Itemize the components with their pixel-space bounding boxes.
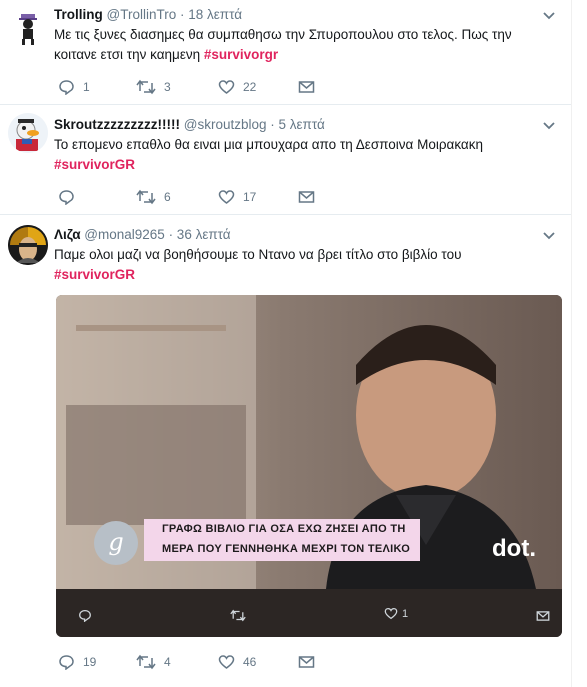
reply-count: 19	[83, 655, 97, 669]
g-channel-logo: g	[94, 521, 138, 565]
user-handle[interactable]: @skroutzblog	[184, 117, 267, 132]
retweet-count: 4	[164, 655, 171, 669]
media-like-count: 1	[402, 607, 409, 620]
retweet-count: 3	[164, 80, 171, 94]
retweet-count: 6	[164, 190, 171, 204]
retweet-button[interactable]: 4	[136, 652, 171, 672]
hashtag-link[interactable]: #survivorgr	[204, 47, 278, 62]
retweet-icon[interactable]	[230, 609, 246, 622]
portrait-avatar-icon	[8, 225, 48, 265]
direct-message-button[interactable]	[298, 187, 315, 207]
display-name[interactable]: Trolling	[54, 7, 103, 22]
reply-icon	[59, 190, 74, 205]
caption-line-2: ΜΕΡΑ ΠΟΥ ΓΕΝΝΗΘΗΚΑ ΜΕΧΡΙ ΤΟΝ ΤΕΛΙΚΟ	[162, 543, 411, 555]
tweet-body: Παμε ολοι μαζι να βοηθήσουμε το Ντανο να…	[54, 247, 462, 262]
chevron-down-icon[interactable]	[542, 231, 556, 241]
like-icon	[218, 655, 235, 669]
avatar[interactable]	[8, 8, 48, 48]
timestamp[interactable]: · 18 λεπτά	[180, 7, 242, 22]
avatar[interactable]	[8, 225, 48, 265]
reply-count: 1	[83, 80, 90, 94]
tweet-header: Trolling @TrollinTro · 18 λεπτά	[54, 7, 242, 22]
message-icon	[298, 191, 315, 203]
user-handle[interactable]: @TrollinTro	[107, 7, 177, 22]
embedded-video[interactable]: g ΓΡΑΦΩ ΒΙΒΛΙΟ ΓΙΑ ΟΣΑ ΕΧΩ ΖΗΣΕΙ ΑΠΟ ΤΗ …	[56, 295, 562, 637]
like-icon	[218, 80, 235, 94]
like-count: 17	[243, 190, 257, 204]
tweet-header: Skroutzzzzzzzzz!!!!! @skroutzblog · 5 λε…	[54, 117, 325, 132]
tweet-header: Λιζα @monal9265 · 36 λεπτά	[54, 227, 231, 242]
like-button[interactable]: 46	[218, 652, 256, 672]
caption-line-1: ΓΡΑΦΩ ΒΙΒΛΙΟ ΓΙΑ ΟΣΑ ΕΧΩ ΖΗΣΕΙ ΑΠΟ ΤΗ	[162, 523, 406, 535]
media-action-bar: 1	[56, 589, 562, 637]
reply-icon	[59, 80, 74, 95]
direct-message-button[interactable]	[298, 652, 315, 672]
scrollbar[interactable]	[571, 0, 587, 687]
message-icon	[298, 656, 315, 668]
tweet-text: Παμε ολοι μαζι να βοηθήσουμε το Ντανο να…	[54, 245, 554, 285]
hashtag-link[interactable]: #survivorGR	[54, 265, 554, 285]
tweet-1[interactable]: Trolling @TrollinTro · 18 λεπτά Με τις ξ…	[0, 0, 572, 105]
like-icon	[218, 190, 235, 204]
retweet-button[interactable]: 6	[136, 187, 171, 207]
chevron-down-icon[interactable]	[542, 11, 556, 21]
like-count: 46	[243, 655, 257, 669]
message-icon	[298, 81, 315, 93]
like-icon	[384, 607, 398, 620]
dot-logo: dot.	[492, 535, 536, 562]
retweet-icon	[136, 654, 156, 670]
like-button[interactable]: 17	[218, 187, 256, 207]
tweet-2[interactable]: Skroutzzzzzzzzz!!!!! @skroutzblog · 5 λε…	[0, 105, 572, 215]
display-name[interactable]: Skroutzzzzzzzzz!!!!!	[54, 117, 180, 132]
direct-message-button[interactable]	[298, 77, 315, 97]
timestamp[interactable]: · 5 λεπτά	[270, 117, 325, 132]
reply-button[interactable]: 19	[58, 652, 96, 672]
reply-button[interactable]: 1	[58, 77, 90, 97]
tweet-text: Με τις ξυνες διασημες θα συμπαθησω την Σ…	[54, 25, 554, 65]
video-caption: ΓΡΑΦΩ ΒΙΒΛΙΟ ΓΙΑ ΟΣΑ ΕΧΩ ΖΗΣΕΙ ΑΠΟ ΤΗ ΜΕ…	[144, 519, 420, 561]
reply-icon[interactable]	[78, 609, 92, 622]
display-name[interactable]: Λιζα	[54, 227, 81, 242]
like-count: 22	[243, 80, 257, 94]
timestamp[interactable]: · 36 λεπτά	[169, 227, 231, 242]
chevron-down-icon[interactable]	[542, 121, 556, 131]
hashtag-link[interactable]: #survivorGR	[54, 155, 554, 175]
like-button[interactable]: 22	[218, 77, 256, 97]
tweet-text: Το επομενο επαθλο θα ειναι μια μπουχαρα …	[54, 135, 554, 175]
retweet-icon	[136, 79, 156, 95]
troll-avatar-icon	[8, 8, 48, 48]
reply-button[interactable]	[58, 187, 83, 207]
retweet-icon	[136, 189, 156, 205]
tweet-body: Με τις ξυνες διασημες θα συμπαθησω την Σ…	[54, 27, 512, 62]
media-like-button[interactable]: 1	[384, 607, 408, 620]
cartoon-avatar-icon	[8, 113, 48, 153]
retweet-button[interactable]: 3	[136, 77, 171, 97]
avatar[interactable]	[8, 113, 48, 153]
user-handle[interactable]: @monal9265	[84, 227, 165, 242]
tweet-body: Το επομενο επαθλο θα ειναι μια μπουχαρα …	[54, 137, 483, 152]
message-icon[interactable]	[536, 610, 550, 622]
reply-icon	[59, 655, 74, 670]
